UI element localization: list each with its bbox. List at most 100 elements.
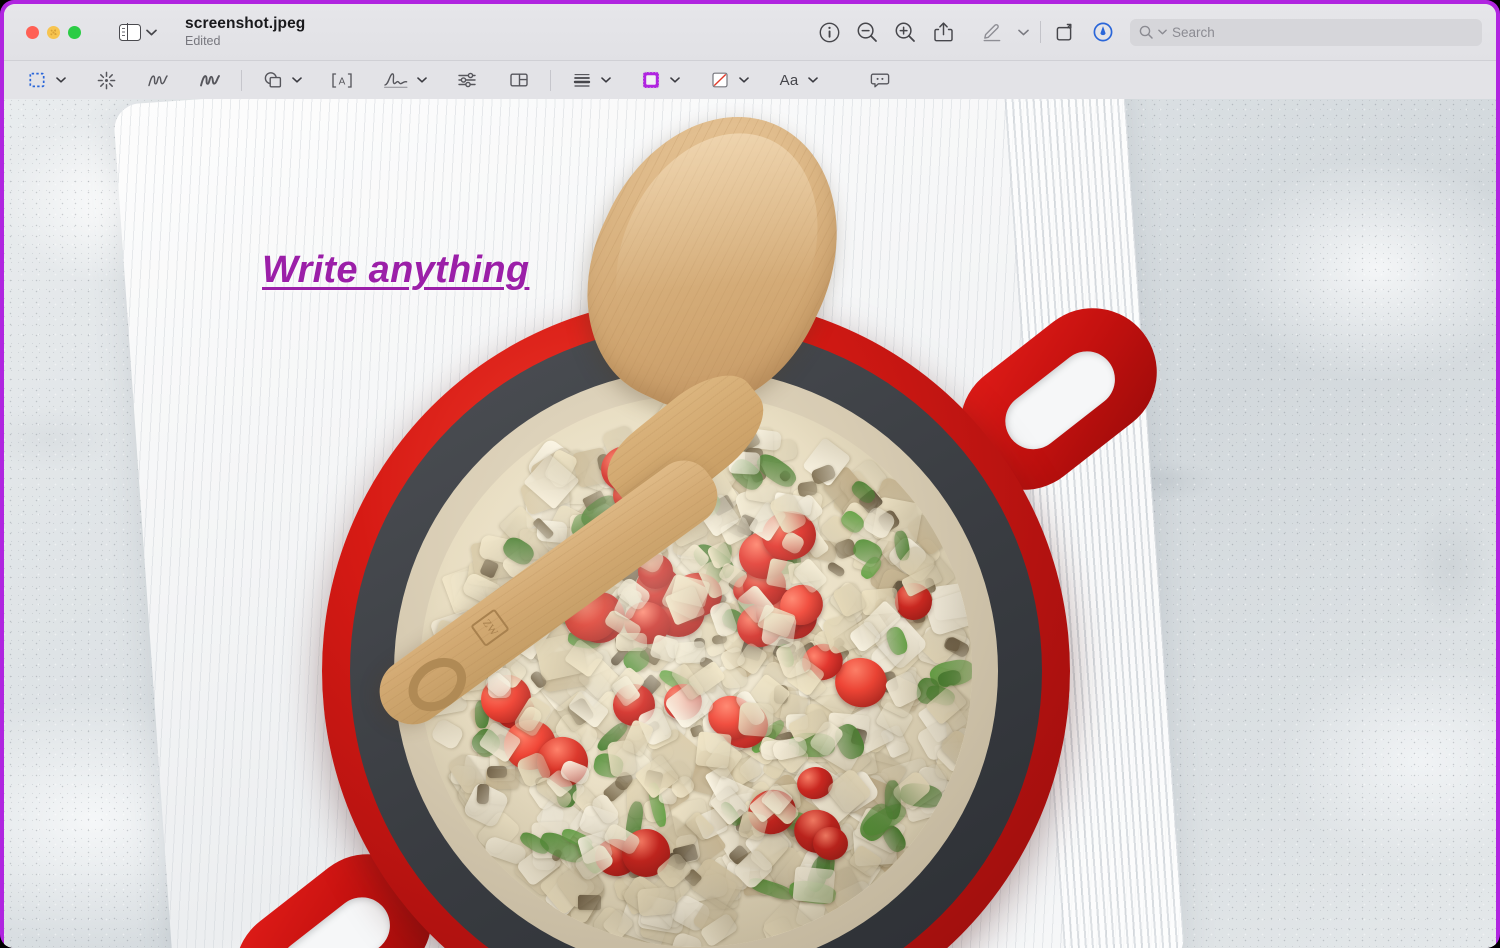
markup-pen-chevron[interactable]	[1011, 15, 1035, 49]
chevron-down-icon	[601, 77, 611, 83]
vegetable-chunk	[636, 886, 675, 916]
markup-toolbar: A Aa	[4, 60, 1496, 99]
title-bar: screenshot.jpeg Edited Search	[4, 4, 1496, 60]
chevron-down-icon	[292, 77, 302, 83]
draw-tool[interactable]	[195, 67, 225, 94]
magnifier-minus-icon	[856, 21, 878, 43]
pencil-underline-icon	[981, 21, 1003, 43]
chevron-down-icon	[670, 77, 680, 83]
border-color-tool[interactable]	[636, 67, 666, 94]
magnifier-plus-icon	[894, 21, 916, 43]
vegetable-chunk	[793, 866, 836, 903]
border-color-swatch-icon	[639, 69, 663, 91]
speech-bubble-icon	[869, 70, 891, 90]
rotate-button[interactable]	[1046, 15, 1084, 49]
sidebar-icon	[119, 24, 141, 41]
instant-alpha-tool[interactable]	[91, 67, 121, 94]
image-canvas[interactable]: ZW Write anything	[4, 99, 1496, 948]
text-style-tool[interactable]: Aa	[774, 67, 804, 94]
svg-text:A: A	[339, 76, 346, 87]
chevron-down-icon	[1158, 29, 1167, 35]
fill-color-tool[interactable]	[705, 67, 735, 94]
shape-style-chevron[interactable]	[597, 77, 614, 83]
annotate-toggle[interactable]	[1084, 15, 1122, 49]
zoom-out-button[interactable]	[848, 15, 886, 49]
chevron-down-icon	[808, 77, 818, 83]
markup-pen-button[interactable]	[973, 15, 1011, 49]
vegetable-chunk	[826, 561, 847, 579]
maximize-window-button[interactable]	[68, 26, 81, 39]
text-box-icon: A	[330, 71, 354, 90]
rotate-square-icon	[1054, 21, 1076, 43]
text-style-label: Aa	[780, 72, 799, 89]
sliders-icon	[456, 70, 478, 90]
selection-tool[interactable]	[22, 67, 52, 94]
document-titles: screenshot.jpeg Edited	[185, 15, 305, 49]
vegetable-chunk	[729, 451, 761, 475]
vegetable-chunk	[695, 731, 731, 768]
vegetable-chunk	[765, 558, 795, 590]
adjust-size-tool[interactable]	[504, 67, 534, 94]
vegetable-chunk	[487, 609, 503, 621]
share-arrow-icon	[933, 21, 954, 43]
sidebar-toggle-button[interactable]	[119, 24, 157, 41]
titlebar-divider	[1040, 21, 1041, 43]
search-icon	[1139, 25, 1153, 39]
chevron-down-icon	[739, 77, 749, 83]
vegetable-chunk	[674, 641, 706, 664]
adjust-color-tool[interactable]	[452, 67, 482, 94]
red-cast-iron-pot	[322, 297, 1070, 948]
zoom-in-button[interactable]	[886, 15, 924, 49]
fill-color-chevron[interactable]	[735, 77, 752, 83]
shape-style-tool[interactable]	[567, 67, 597, 94]
info-button[interactable]	[810, 15, 848, 49]
titlebar-actions: Search	[810, 4, 1482, 60]
line-weight-icon	[571, 71, 593, 89]
draw-squiggle-icon	[198, 70, 222, 90]
sign-tool[interactable]	[379, 67, 413, 94]
chevron-down-icon	[417, 77, 427, 83]
preview-window: screenshot.jpeg Edited Search A Aa ZW Wr…	[4, 4, 1496, 948]
text-style-chevron[interactable]	[804, 77, 821, 83]
vegetable-chunk	[721, 667, 748, 689]
search-placeholder: Search	[1172, 25, 1215, 40]
shapes-tool[interactable]	[258, 67, 288, 94]
document-status: Edited	[185, 34, 305, 49]
signature-icon	[382, 70, 410, 90]
vegetable-chunk	[578, 895, 602, 910]
pot-body	[322, 297, 1070, 948]
markup-annotation-text[interactable]: Write anything	[262, 249, 529, 292]
annotate-note-tool[interactable]	[865, 67, 895, 94]
vegetable-chunk	[491, 620, 512, 634]
window-purple-frame: screenshot.jpeg Edited Search A Aa ZW Wr…	[0, 0, 1500, 948]
vegetable-food	[420, 395, 972, 947]
share-button[interactable]	[924, 15, 962, 49]
text-tool[interactable]: A	[327, 67, 357, 94]
fill-color-swatch-icon	[709, 70, 731, 90]
dashed-rectangle-icon	[27, 70, 47, 90]
close-window-button[interactable]	[26, 26, 39, 39]
vegetable-chunk	[487, 765, 507, 777]
sign-tool-chevron[interactable]	[413, 77, 430, 83]
shapes-icon	[262, 70, 284, 90]
chevron-down-icon	[146, 29, 157, 36]
minimize-window-button[interactable]	[47, 26, 60, 39]
pot-rim	[350, 325, 1042, 948]
selection-tool-chevron[interactable]	[52, 77, 69, 83]
toolbar-divider	[550, 70, 551, 91]
crop-frame-icon	[508, 70, 530, 90]
info-circle-icon	[819, 22, 840, 43]
toolbar-divider	[241, 70, 242, 91]
traffic-lights	[26, 26, 81, 39]
search-input[interactable]: Search	[1130, 19, 1482, 46]
sketch-tool[interactable]	[143, 67, 173, 94]
vegetable-chunk	[738, 702, 775, 737]
shapes-tool-chevron[interactable]	[288, 77, 305, 83]
chevron-down-icon	[1018, 29, 1029, 36]
border-color-chevron[interactable]	[666, 77, 683, 83]
markup-circle-icon	[1092, 21, 1114, 43]
vegetable-chunk	[477, 783, 490, 803]
chevron-down-icon	[56, 77, 66, 83]
vegetable-chunk	[429, 717, 465, 751]
sketch-squiggle-icon	[146, 70, 170, 90]
